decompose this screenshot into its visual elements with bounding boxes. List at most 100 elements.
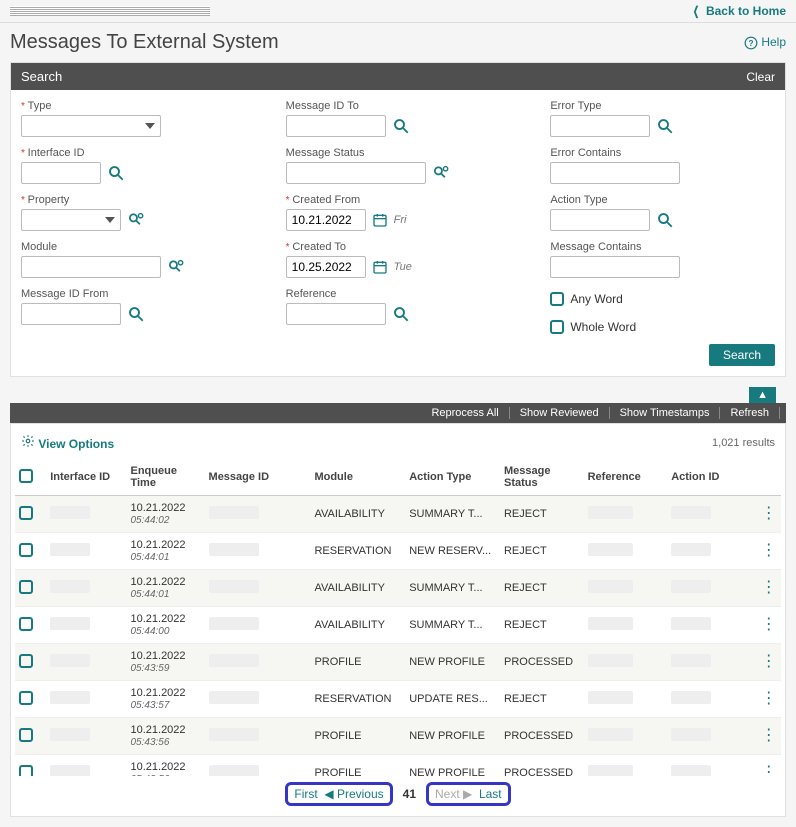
property-label: Property (21, 194, 246, 206)
cell-action-type: SUMMARY T... (405, 570, 500, 607)
pager-first[interactable]: First (294, 787, 317, 801)
table-scroll[interactable]: 10.21.202205:44:02AVAILABILITYSUMMARY T.… (15, 496, 781, 776)
message-id-to-input[interactable] (286, 115, 386, 137)
col-interface-id[interactable]: Interface ID (46, 459, 126, 496)
table-row[interactable]: 10.21.202205:43:57RESERVATIONUPDATE RES.… (15, 681, 781, 718)
pager-previous[interactable]: Previous (337, 787, 384, 801)
message-status-input[interactable] (286, 162, 426, 184)
row-actions-menu[interactable]: ⋮ (756, 681, 781, 718)
error-contains-input[interactable] (550, 162, 680, 184)
pager-last[interactable]: Last (479, 787, 502, 801)
reference-lookup[interactable] (392, 305, 410, 323)
cell-action-type: UPDATE RES... (405, 681, 500, 718)
created-to-input[interactable] (286, 256, 366, 278)
col-enqueue-time[interactable]: Enqueue Time (126, 459, 204, 496)
created-to-calendar[interactable] (372, 259, 388, 275)
cell-message-id (209, 543, 259, 556)
any-word-checkbox[interactable] (550, 292, 564, 306)
action-type-input[interactable] (550, 209, 650, 231)
type-label: Type (21, 100, 246, 112)
type-select[interactable] (21, 115, 161, 137)
cell-module: RESERVATION (310, 681, 405, 718)
search-icon (392, 117, 410, 135)
window-grip (10, 6, 210, 16)
search-icon (127, 305, 145, 323)
row-checkbox[interactable] (19, 506, 33, 520)
show-timestamps-link[interactable]: Show Timestamps (610, 407, 721, 419)
row-actions-menu[interactable]: ⋮ (756, 607, 781, 644)
clear-link[interactable]: Clear (746, 70, 775, 84)
interface-id-input[interactable] (21, 162, 101, 184)
row-checkbox[interactable] (19, 543, 33, 557)
cell-reference (588, 728, 633, 741)
whole-word-checkbox[interactable] (550, 320, 564, 334)
row-actions-menu[interactable]: ⋮ (756, 496, 781, 533)
created-from-input[interactable] (286, 209, 366, 231)
error-type-lookup[interactable] (656, 117, 674, 135)
cell-action-id (671, 691, 711, 704)
collapse-toggle[interactable]: ▲ (749, 387, 776, 403)
table-row[interactable]: 10.21.202205:44:02AVAILABILITYSUMMARY T.… (15, 496, 781, 533)
search-button[interactable]: Search (709, 344, 775, 366)
table-row[interactable]: 10.21.202205:44:01AVAILABILITYSUMMARY T.… (15, 570, 781, 607)
cell-enqueue-time: 10.21.202205:44:01 (126, 570, 204, 607)
property-select[interactable] (21, 209, 121, 231)
help-link[interactable]: ? Help (744, 35, 786, 50)
row-actions-menu[interactable]: ⋮ (756, 718, 781, 755)
multisearch-icon (127, 211, 147, 229)
row-checkbox[interactable] (19, 765, 33, 777)
cell-message-id (209, 506, 259, 519)
table-row[interactable]: 10.21.202205:44:00AVAILABILITYSUMMARY T.… (15, 607, 781, 644)
chevron-left-icon: ❮ (693, 4, 699, 18)
back-link-label: Back to Home (706, 4, 786, 18)
select-all-checkbox[interactable] (19, 469, 33, 483)
row-checkbox[interactable] (19, 580, 33, 594)
module-lookup[interactable] (167, 258, 187, 276)
action-type-lookup[interactable] (656, 211, 674, 229)
interface-id-lookup[interactable] (107, 164, 125, 182)
row-actions-menu[interactable]: ⋮ (756, 570, 781, 607)
message-status-lookup[interactable] (432, 164, 452, 182)
view-options-link[interactable]: View Options (21, 434, 114, 451)
error-type-input[interactable] (550, 115, 650, 137)
row-actions-menu[interactable]: ⋮ (756, 644, 781, 681)
table-row[interactable]: 10.21.202205:43:56PROFILENEW PROFILEPROC… (15, 755, 781, 777)
col-action-id[interactable]: Action ID (667, 459, 756, 496)
property-lookup[interactable] (127, 211, 147, 229)
module-input[interactable] (21, 256, 161, 278)
row-actions-menu[interactable]: ⋮ (756, 533, 781, 570)
col-module[interactable]: Module (310, 459, 405, 496)
message-contains-input[interactable] (550, 256, 680, 278)
cell-message-id (209, 580, 259, 593)
search-header: Search (21, 69, 62, 84)
table-row[interactable]: 10.21.202205:44:01RESERVATIONNEW RESERV.… (15, 533, 781, 570)
row-checkbox[interactable] (19, 617, 33, 631)
show-reviewed-link[interactable]: Show Reviewed (510, 407, 610, 419)
message-id-from-input[interactable] (21, 303, 121, 325)
back-to-home-link[interactable]: ❮ Back to Home (691, 4, 786, 18)
message-id-to-lookup[interactable] (392, 117, 410, 135)
interface-id-label: Interface ID (21, 147, 246, 159)
cell-reference (588, 506, 633, 519)
col-reference[interactable]: Reference (584, 459, 668, 496)
cell-message-status: REJECT (500, 681, 584, 718)
created-from-calendar[interactable] (372, 212, 388, 228)
message-id-from-lookup[interactable] (127, 305, 145, 323)
any-word-label: Any Word (570, 292, 622, 306)
col-action-type[interactable]: Action Type (405, 459, 500, 496)
pager-next[interactable]: Next (435, 787, 460, 801)
col-message-status[interactable]: Message Status (500, 459, 584, 496)
reference-input[interactable] (286, 303, 386, 325)
row-checkbox[interactable] (19, 654, 33, 668)
row-checkbox[interactable] (19, 691, 33, 705)
reprocess-all-link[interactable]: Reprocess All (421, 407, 509, 419)
table-row[interactable]: 10.21.202205:43:56PROFILENEW PROFILEPROC… (15, 718, 781, 755)
row-checkbox[interactable] (19, 728, 33, 742)
row-actions-menu[interactable]: ⋮ (756, 755, 781, 777)
cell-reference (588, 580, 633, 593)
refresh-link[interactable]: Refresh (720, 407, 780, 419)
search-icon (392, 305, 410, 323)
table-row[interactable]: 10.21.202205:43:59PROFILENEW PROFILEPROC… (15, 644, 781, 681)
col-message-id[interactable]: Message ID (205, 459, 311, 496)
search-icon (656, 211, 674, 229)
